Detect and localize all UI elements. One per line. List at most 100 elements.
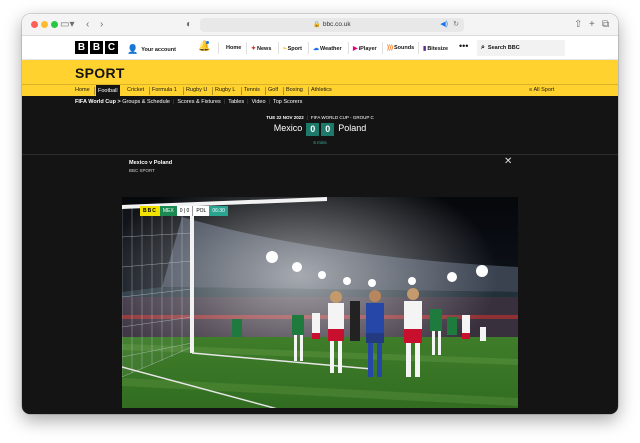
divider bbox=[308, 87, 309, 95]
notification-dot bbox=[206, 41, 209, 44]
scorebug-clock: 06:30 bbox=[209, 206, 228, 216]
tab-overview-icon[interactable]: ⧉ bbox=[602, 18, 609, 32]
subnav-section-label: FIFA World Cup bbox=[75, 99, 116, 105]
sport-icon: ⌁ bbox=[283, 46, 287, 52]
scorebug-brand: BBC bbox=[140, 206, 160, 216]
sport-nav-cricket[interactable]: Cricket bbox=[127, 87, 144, 93]
match-minutes: 6 mins bbox=[313, 140, 327, 145]
divider bbox=[94, 87, 95, 95]
url-text: bbc.co.uk bbox=[322, 21, 351, 28]
sport-title[interactable]: SPORT bbox=[75, 65, 125, 81]
minimize-window-button[interactable] bbox=[41, 21, 48, 28]
divider bbox=[22, 154, 618, 155]
scoreline: Mexico 0 0 Poland bbox=[22, 123, 618, 136]
divider: | bbox=[172, 99, 175, 105]
subnav-fifa-world-cup[interactable]: FIFA World Cup > bbox=[75, 99, 121, 105]
subnav-scores[interactable]: Scores & Fixtures bbox=[177, 99, 220, 105]
search-icon: ⌕ bbox=[481, 44, 485, 51]
sport-nav-rugby-league[interactable]: Rugby L bbox=[215, 87, 236, 93]
match-area: FIFA World Cup > Groups & Schedule | Score… bbox=[22, 96, 618, 414]
browser-toolbar: ▭▾ ‹ › ◐ 🔒 bbc.co.uk ◀) ↻ ⇧ + ⧉ bbox=[22, 14, 618, 36]
divider: | bbox=[247, 99, 249, 105]
away-team[interactable]: Poland bbox=[338, 123, 366, 133]
weather-icon: ☁ bbox=[313, 46, 319, 52]
video-source: BBC SPORT bbox=[129, 168, 155, 173]
video-title: Mexico v Poland bbox=[129, 160, 173, 166]
sport-banner: SPORT bbox=[22, 60, 618, 84]
divider bbox=[241, 87, 242, 95]
divider: | bbox=[306, 115, 308, 120]
sport-nav-boxing[interactable]: Boxing bbox=[286, 87, 303, 93]
new-tab-icon[interactable]: + bbox=[589, 18, 595, 32]
forward-icon[interactable]: › bbox=[100, 18, 103, 32]
nav-sport-label: Sport bbox=[287, 46, 302, 52]
account-label: Your account bbox=[141, 47, 176, 53]
match-competition: FIFA WORLD CUP - GROUP C bbox=[310, 115, 374, 120]
divider bbox=[308, 42, 309, 54]
subnav-video[interactable]: Video bbox=[252, 99, 266, 105]
sport-nav-football[interactable]: Football bbox=[96, 85, 120, 96]
divider bbox=[283, 87, 284, 95]
reload-icon[interactable]: ↻ bbox=[453, 18, 459, 32]
away-score: 0 bbox=[321, 123, 335, 136]
chevron-right-icon: > bbox=[117, 99, 121, 105]
nav-sport[interactable]: ⌁Sport bbox=[283, 45, 302, 52]
sport-nav: Home Football Cricket Formula 1 Rugby U … bbox=[22, 84, 618, 96]
account-link[interactable]: 👤 Your account bbox=[127, 44, 176, 55]
subnav-top-scorers[interactable]: Top Scorers bbox=[273, 99, 302, 105]
sport-nav-golf[interactable]: Golf bbox=[268, 87, 278, 93]
menu-icon: ≡ bbox=[529, 87, 533, 93]
divider bbox=[246, 42, 247, 54]
divider bbox=[149, 87, 150, 95]
sport-nav-formula1[interactable]: Formula 1 bbox=[152, 87, 177, 93]
broadcast-scorebug: BBC MEX 0 | 0 POL 06:30 bbox=[140, 206, 228, 216]
sport-nav-home[interactable]: Home bbox=[75, 87, 90, 93]
iplayer-icon: ▶ bbox=[353, 46, 358, 52]
subnav-tables[interactable]: Tables bbox=[228, 99, 244, 105]
bbc-header: B B C 👤 Your account 🔔 Home ✦News ⌁Sport … bbox=[22, 36, 618, 60]
all-sport-menu[interactable]: ≡ All Sport bbox=[529, 87, 554, 93]
privacy-shield-icon[interactable]: ◐ bbox=[186, 18, 192, 32]
nav-news-label: News bbox=[257, 46, 272, 52]
nav-sounds[interactable]: )))Sounds bbox=[387, 45, 414, 51]
divider bbox=[418, 42, 419, 54]
close-window-button[interactable] bbox=[31, 21, 38, 28]
subnav-groups[interactable]: Groups & Schedule bbox=[122, 99, 170, 105]
nav-news[interactable]: ✦News bbox=[251, 45, 271, 52]
sidebar-toggle-icon[interactable]: ▭▾ bbox=[60, 18, 74, 32]
divider bbox=[382, 42, 383, 54]
sport-nav-rugby-union[interactable]: Rugby U bbox=[186, 87, 207, 93]
back-icon[interactable]: ‹ bbox=[86, 18, 89, 32]
close-icon[interactable]: ✕ bbox=[504, 156, 512, 167]
nav-home[interactable]: Home bbox=[226, 45, 241, 51]
news-icon: ✦ bbox=[251, 46, 257, 52]
share-icon[interactable]: ⇧ bbox=[574, 18, 582, 32]
match-meta: TUE 22 NOV 2022 | FIFA WORLD CUP - GROUP C bbox=[22, 115, 618, 120]
search-input[interactable]: ⌕ Search BBC bbox=[477, 40, 565, 56]
address-bar[interactable]: 🔒 bbc.co.uk ◀) ↻ bbox=[200, 18, 464, 32]
nav-iplayer[interactable]: ▶iPlayer bbox=[353, 45, 377, 52]
sport-nav-tennis[interactable]: Tennis bbox=[244, 87, 260, 93]
more-menu-icon[interactable]: ••• bbox=[459, 41, 468, 51]
divider bbox=[278, 42, 279, 54]
scorebug-home: MEX bbox=[159, 206, 177, 216]
sport-nav-athletics[interactable]: Athletics bbox=[311, 87, 332, 93]
bbc-logo[interactable]: B B C bbox=[75, 41, 118, 54]
person-icon: 👤 bbox=[127, 44, 139, 54]
divider bbox=[218, 42, 219, 54]
match-date: TUE 22 NOV 2022 bbox=[266, 115, 304, 120]
logo-letter: B bbox=[75, 41, 88, 54]
video-frame bbox=[122, 197, 518, 414]
nav-bitesize[interactable]: ▮Bitesize bbox=[423, 45, 448, 52]
divider bbox=[183, 87, 184, 95]
home-team[interactable]: Mexico bbox=[274, 123, 303, 133]
bitesize-icon: ▮ bbox=[423, 46, 427, 52]
zoom-window-button[interactable] bbox=[51, 21, 58, 28]
speaker-icon[interactable]: ◀) bbox=[440, 18, 448, 32]
video-player[interactable]: BBC MEX 0 | 0 POL 06:30 bbox=[122, 197, 518, 414]
home-score: 0 bbox=[306, 123, 320, 136]
nav-weather[interactable]: ☁Weather bbox=[313, 45, 342, 52]
divider: | bbox=[268, 99, 270, 105]
nav-iplayer-label: iPlayer bbox=[358, 46, 377, 52]
logo-letter: C bbox=[105, 41, 118, 54]
